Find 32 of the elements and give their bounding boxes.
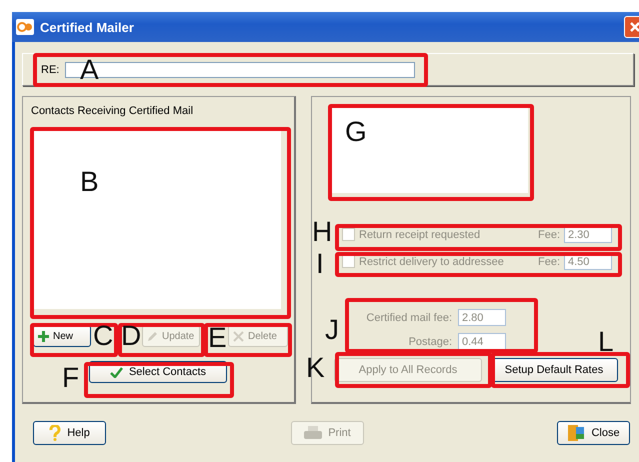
option-label: Return receipt requested: [359, 228, 480, 240]
door-icon: [567, 424, 586, 442]
question-mark-icon: [49, 425, 62, 441]
callout-letter: G: [345, 118, 367, 146]
help-button[interactable]: Help: [33, 421, 106, 445]
callout-letter: L: [598, 328, 614, 356]
callout-letter: I: [316, 250, 324, 278]
rate-label: Postage:: [408, 336, 452, 348]
callout-letter: F: [62, 364, 80, 392]
re-label: RE:: [41, 64, 60, 76]
pencil-icon: [147, 330, 158, 342]
option-label: Restrict delivery to addressee: [359, 256, 504, 268]
fee-label: Fee:: [538, 228, 560, 240]
callout-letter: B: [80, 168, 99, 196]
callout-letter: C: [93, 322, 114, 350]
fee-label: Fee:: [538, 256, 560, 268]
checkmark-icon: [110, 366, 123, 378]
rate-label: Certified mail fee:: [365, 312, 452, 324]
contacts-title: Contacts Receiving Certified Mail: [31, 105, 194, 117]
callout-letter: H: [312, 218, 332, 246]
close-button[interactable]: Close: [557, 421, 630, 445]
callout-letter: K: [306, 354, 325, 382]
re-input-field[interactable]: [65, 62, 416, 78]
plus-icon: [38, 330, 49, 342]
app-icon: [16, 19, 34, 35]
cross-icon: [233, 330, 244, 342]
callout-letter: A: [80, 56, 99, 84]
window-title: Certified Mailer: [40, 20, 134, 34]
callout-letter: J: [325, 316, 339, 344]
callout-letter: E: [208, 324, 227, 352]
printer-icon: [304, 426, 322, 440]
callout-letter: D: [121, 322, 142, 350]
